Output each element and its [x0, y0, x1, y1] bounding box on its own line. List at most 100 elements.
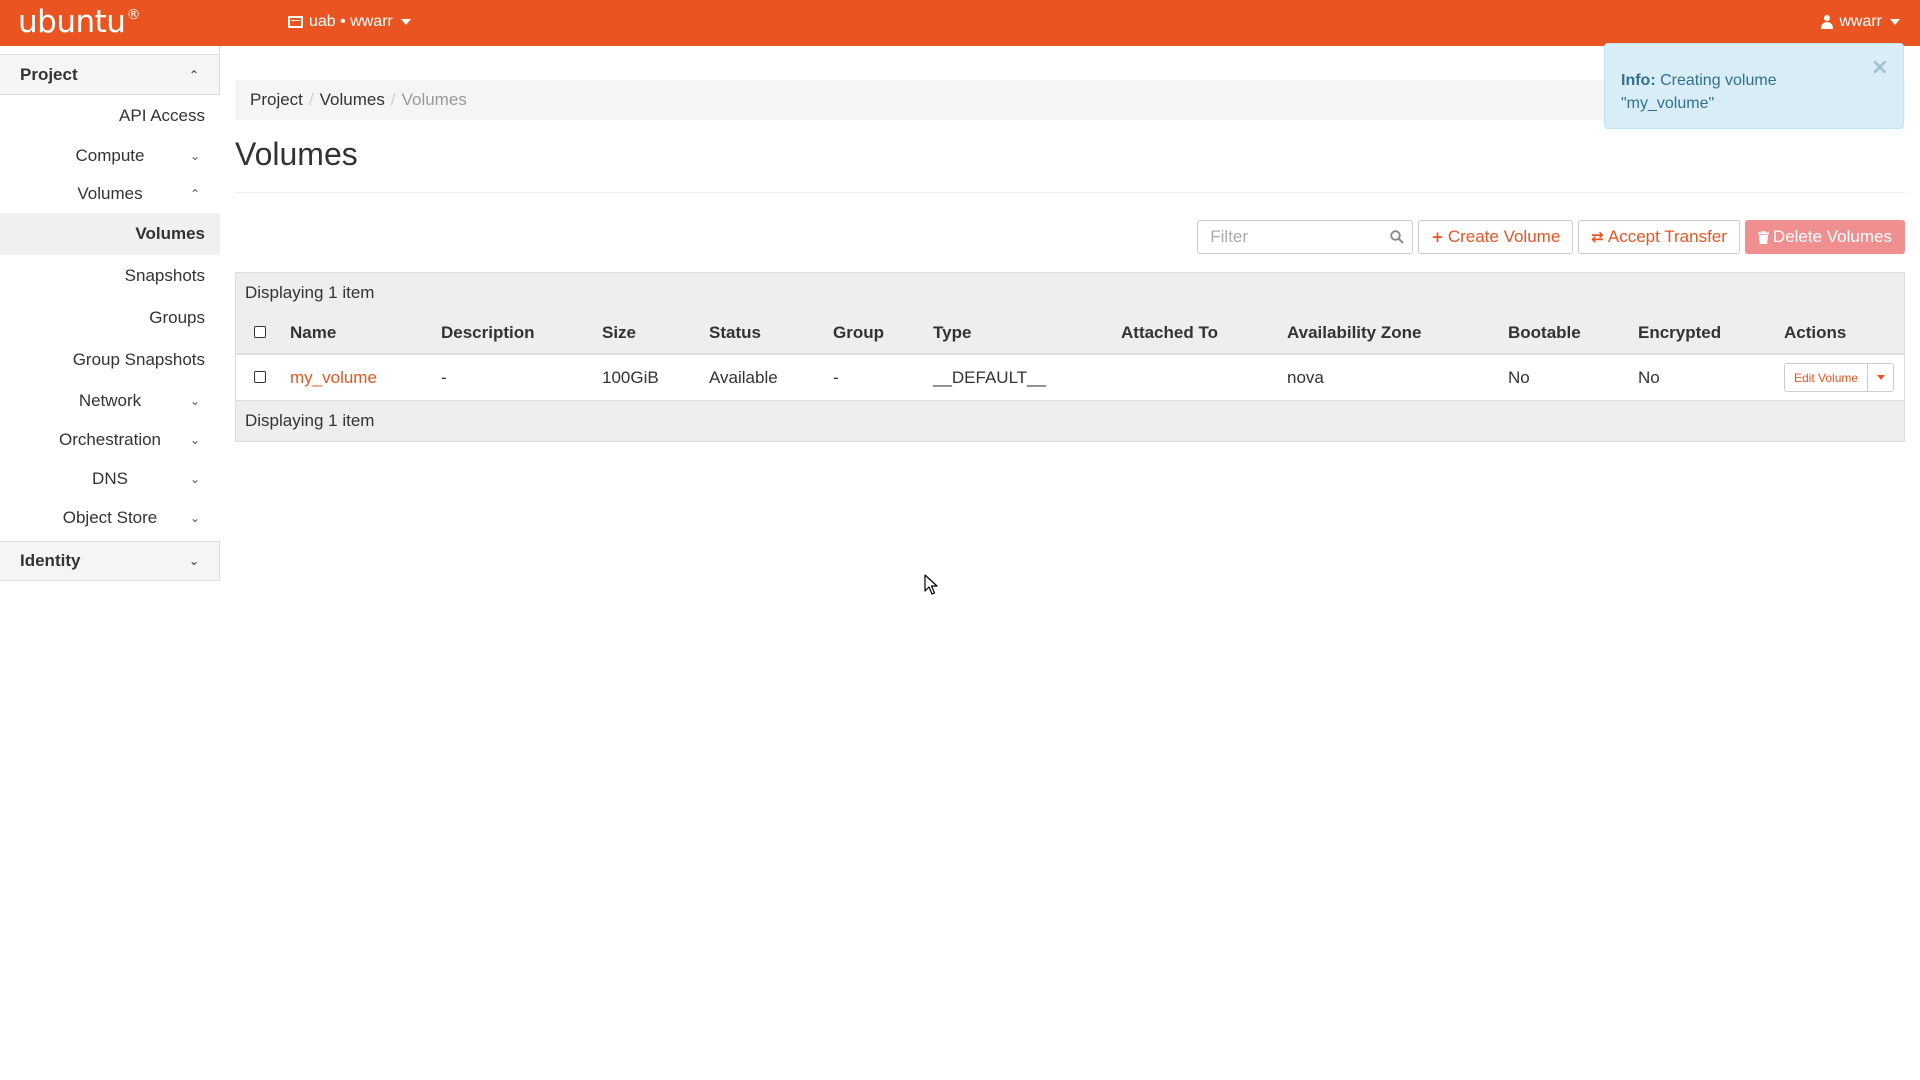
- sidebar-item-snapshots[interactable]: Snapshots: [0, 255, 220, 297]
- sidebar-section-project[interactable]: Project ⌃: [0, 55, 220, 95]
- column-header-status[interactable]: Status: [709, 323, 833, 343]
- sidebar-item-label: Network: [78, 390, 142, 410]
- chevron-up-icon: ⌃: [189, 187, 200, 201]
- filter-box: [1197, 220, 1414, 254]
- sidebar-section-label: Project: [20, 64, 78, 84]
- cell-group: -: [833, 367, 839, 387]
- project-switcher-label: uab • wwarr: [309, 13, 393, 30]
- volumes-table: Displaying 1 item Name Description Size …: [235, 272, 1905, 442]
- trash-icon: [1757, 230, 1769, 244]
- sidebar-group-orchestration[interactable]: Orchestration ⌄: [0, 420, 220, 459]
- sidebar-item-label: Group Snapshots: [72, 350, 205, 369]
- accept-transfer-label: Accept Transfer: [1607, 227, 1727, 246]
- column-header-type[interactable]: Type: [933, 323, 1121, 343]
- column-header-actions: Actions: [1784, 323, 1847, 342]
- create-volume-button[interactable]: + Create Volume: [1418, 220, 1574, 254]
- user-menu[interactable]: wwarr: [1821, 13, 1900, 31]
- brand-logo[interactable]: ubuntu®: [18, 4, 140, 40]
- chevron-up-icon: ⌃: [188, 67, 199, 82]
- cell-size: 100GiB: [602, 367, 659, 387]
- mouse-cursor-icon: [924, 574, 938, 595]
- chevron-down-icon: ⌄: [189, 393, 200, 408]
- cell-actions: Edit Volume: [1784, 363, 1904, 392]
- caret-down-icon: [1890, 19, 1900, 25]
- sidebar-item-groups[interactable]: Groups: [0, 297, 220, 339]
- row-actions: Edit Volume: [1784, 363, 1904, 392]
- sidebar-item-label: DNS: [92, 468, 128, 488]
- breadcrumb-project[interactable]: Project: [250, 90, 303, 110]
- sidebar-group-network[interactable]: Network ⌄: [0, 381, 220, 420]
- table-header: Name Description Size Status Group Type …: [236, 313, 1904, 355]
- project-switcher[interactable]: uab • wwarr: [288, 13, 411, 31]
- search-icon[interactable]: [1390, 230, 1404, 244]
- column-header-bootable[interactable]: Bootable: [1508, 323, 1638, 343]
- row-checkbox[interactable]: [254, 370, 266, 383]
- select-all-checkbox[interactable]: [254, 326, 266, 338]
- column-header-group[interactable]: Group: [833, 323, 933, 343]
- column-header-attached-to[interactable]: Attached To: [1121, 323, 1287, 343]
- filter-input[interactable]: [1198, 221, 1379, 253]
- sidebar-group-object-store[interactable]: Object Store ⌄: [0, 498, 220, 537]
- sidebar-group-volumes[interactable]: Volumes ⌃: [0, 175, 220, 213]
- cell-availability-zone: nova: [1287, 367, 1324, 387]
- accept-transfer-button[interactable]: ⇄ Accept Transfer: [1578, 220, 1740, 254]
- breadcrumb-current: Volumes: [401, 90, 467, 109]
- table-footer: Displaying 1 item: [236, 401, 1904, 441]
- sidebar-item-label: Groups: [149, 308, 205, 327]
- title-divider: [235, 192, 1905, 193]
- sidebar-group-dns[interactable]: DNS ⌄: [0, 459, 220, 498]
- breadcrumb-separator: /: [390, 90, 396, 109]
- cell-description: -: [441, 367, 447, 387]
- chevron-down-icon: ⌄: [188, 554, 199, 568]
- sidebar-group-compute[interactable]: Compute ⌄: [0, 137, 220, 175]
- sidebar-section-identity[interactable]: Identity ⌄: [0, 541, 220, 581]
- sidebar: Project ⌃ API Access Compute ⌄ Volumes ⌃…: [0, 46, 220, 581]
- volume-name-link[interactable]: my_volume: [290, 368, 377, 387]
- cell-status: Available: [709, 367, 778, 387]
- more-actions-toggle[interactable]: [1868, 363, 1895, 392]
- column-header-availability-zone[interactable]: Availability Zone: [1287, 323, 1508, 343]
- table-caption: Displaying 1 item: [236, 273, 1904, 313]
- sidebar-item-label: API Access: [119, 106, 205, 125]
- cell-type: __DEFAULT__: [933, 367, 1047, 387]
- create-volume-label: Create Volume: [1447, 227, 1561, 246]
- row-select-cell: [236, 368, 290, 388]
- sidebar-item-volumes[interactable]: Volumes: [0, 213, 220, 255]
- info-toast: Info: Creating volume "my_volume" ×: [1604, 43, 1904, 129]
- breadcrumb-volumes[interactable]: Volumes: [320, 90, 385, 110]
- transfer-icon: ⇄: [1591, 228, 1604, 246]
- monitor-icon: [288, 16, 303, 28]
- column-header-name[interactable]: Name: [290, 323, 441, 343]
- sidebar-item-label: Snapshots: [124, 266, 205, 285]
- plus-icon: +: [1431, 228, 1444, 246]
- column-header-encrypted[interactable]: Encrypted: [1638, 323, 1784, 343]
- column-header-size[interactable]: Size: [602, 323, 709, 343]
- select-all-cell: [236, 323, 290, 343]
- column-header-description[interactable]: Description: [441, 323, 602, 343]
- top-navbar: ubuntu® uab • wwarr wwarr: [0, 0, 1920, 46]
- sidebar-item-label: Object Store: [62, 507, 158, 527]
- chevron-down-icon: ⌄: [189, 471, 200, 486]
- sidebar-item-group-snapshots[interactable]: Group Snapshots: [0, 339, 220, 381]
- user-menu-label: wwarr: [1839, 13, 1882, 30]
- cell-encrypted: No: [1638, 367, 1660, 387]
- sidebar-item-label: Volumes: [77, 184, 143, 203]
- sidebar-item-label: Orchestration: [58, 429, 162, 449]
- caret-down-icon: [1876, 375, 1885, 380]
- brand-mark: ®: [126, 6, 140, 23]
- sidebar-item-api-access[interactable]: API Access: [0, 95, 220, 137]
- table-row: my_volume - 100GiB Available - __DEFAULT…: [236, 355, 1904, 401]
- chevron-down-icon: ⌄: [189, 432, 200, 447]
- close-icon[interactable]: ×: [1871, 57, 1889, 79]
- sidebar-item-label: Compute: [75, 146, 145, 165]
- edit-volume-button[interactable]: Edit Volume: [1784, 363, 1869, 392]
- delete-volumes-label: Delete Volumes: [1772, 227, 1892, 246]
- user-icon: [1821, 15, 1834, 29]
- toast-heading: Info:: [1621, 72, 1656, 89]
- sidebar-top-divider: [0, 46, 220, 55]
- cell-bootable: No: [1508, 367, 1530, 387]
- caret-down-icon: [400, 19, 411, 25]
- chevron-down-icon: ⌄: [189, 149, 200, 163]
- delete-volumes-button[interactable]: Delete Volumes: [1744, 220, 1905, 254]
- breadcrumb-separator: /: [308, 90, 314, 109]
